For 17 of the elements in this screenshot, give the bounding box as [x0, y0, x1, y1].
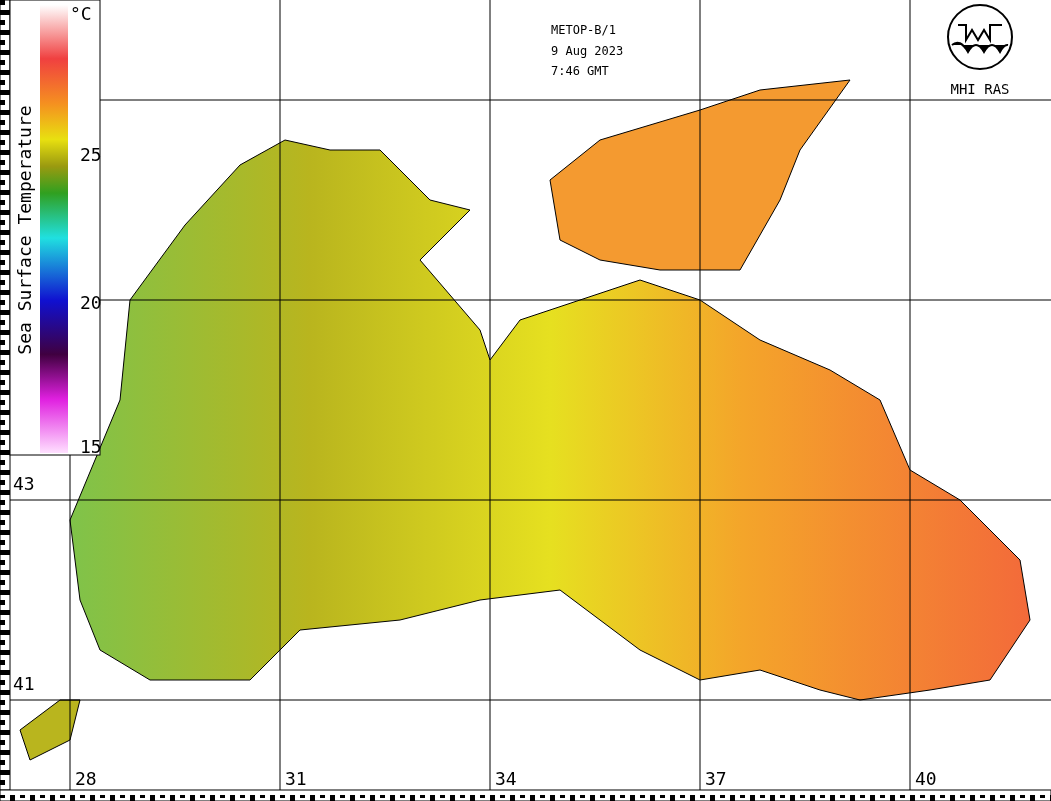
logo-icon	[947, 4, 1013, 70]
satellite-label: METOP-B/1	[551, 23, 617, 37]
latitude-label: 41	[13, 673, 35, 694]
unit-label: °C	[70, 3, 92, 24]
tick-label: 15	[80, 436, 102, 457]
tick-label: 20	[80, 292, 102, 313]
legend-title: Sea Surface Temperature	[14, 105, 35, 355]
time-label: 7:46 GMT	[551, 64, 609, 78]
longitude-label: 40	[915, 768, 937, 789]
longitude-label: 28	[75, 768, 97, 789]
longitude-label: 34	[495, 768, 517, 789]
latitude-label: 43	[13, 473, 35, 494]
longitude-label: 37	[705, 768, 727, 789]
logo-label: MHI RAS	[950, 81, 1010, 97]
date-label: 9 Aug 2023	[551, 44, 624, 58]
longitude-label: 31	[285, 768, 307, 789]
tick-label: 25	[80, 144, 102, 165]
